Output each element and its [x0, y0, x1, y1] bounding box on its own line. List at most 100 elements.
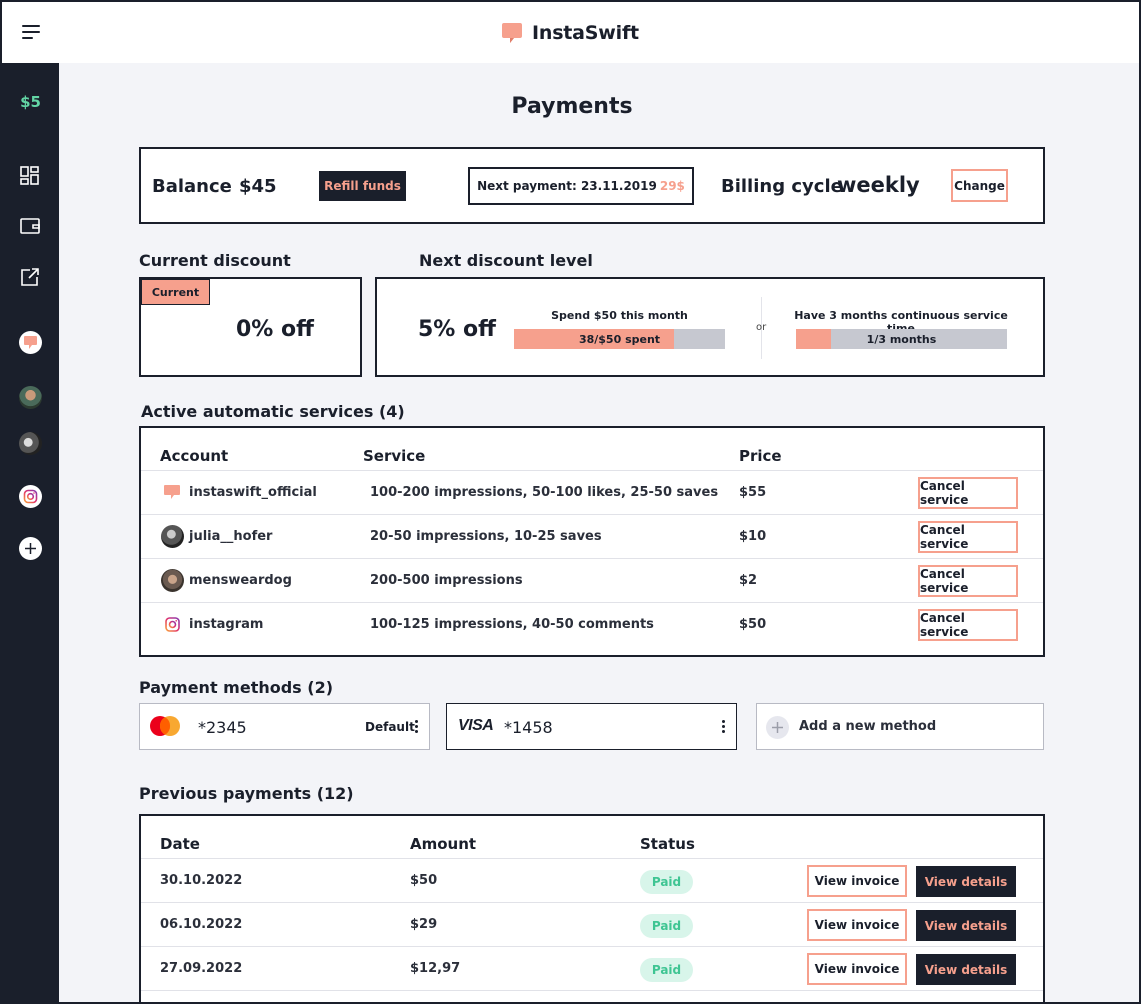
instagram-icon [161, 613, 184, 636]
column-account: Account [160, 447, 229, 465]
account-avatar-2[interactable] [19, 432, 42, 455]
avatar-mensweardog [161, 569, 184, 592]
account-avatar-1[interactable] [19, 386, 42, 409]
table-row: mensweardog 200-500 impressions $2 Cance… [141, 558, 1043, 602]
balance-label: Balance [152, 176, 232, 197]
services-table: Account Service Price instaswift_officia… [139, 426, 1045, 657]
table-row: instaswift_official 100-200 impressions,… [141, 470, 1043, 514]
view-invoice-button[interactable]: View invoice [807, 909, 907, 941]
top-bar: InstaSwift [2, 2, 1139, 63]
plus-icon [766, 716, 789, 739]
payment-method-visa[interactable]: VISA *1458 [446, 703, 737, 750]
billing-cycle-value: weekly [837, 173, 920, 197]
payment-date: 30.10.2022 [160, 873, 243, 888]
current-discount-panel: Current 0% off [139, 277, 362, 377]
card-number: *2345 [198, 718, 247, 737]
status-badge: Paid [640, 870, 693, 894]
column-date: Date [160, 835, 200, 853]
default-label: Default [365, 720, 415, 734]
spend-progress-bar: 38/$50 spent [514, 329, 725, 349]
current-discount-heading: Current discount [139, 251, 291, 270]
next-discount-panel: 5% off Spend $50 this month 38/$50 spent… [375, 277, 1045, 377]
spend-progress-text: 38/$50 spent [578, 332, 661, 346]
dashboard-icon[interactable] [19, 165, 41, 187]
service-desc: 100-125 impressions, 40-50 comments [370, 617, 654, 632]
view-invoice-button[interactable]: View invoice [807, 865, 907, 897]
or-label: or [756, 322, 767, 333]
card-number: *1458 [504, 718, 553, 737]
view-details-button[interactable]: View details [916, 866, 1016, 897]
billing-cycle-label: Billing cycle [721, 176, 843, 197]
mastercard-icon [149, 715, 181, 737]
instaswift-account-icon[interactable] [19, 331, 42, 354]
table-row: instagram 100-125 impressions, 40-50 com… [141, 602, 1043, 646]
payment-date: 27.09.2022 [160, 961, 243, 976]
instaswift-logo-icon [161, 481, 184, 504]
table-row: julia__hofer 20-50 impressions, 10-25 sa… [141, 514, 1043, 558]
condition-spend-label: Spend $50 this month [551, 309, 688, 322]
cancel-service-button[interactable]: Cancel service [918, 609, 1018, 641]
current-discount-value: 0% off [236, 317, 314, 342]
column-amount: Amount [410, 835, 477, 853]
account-name: julia__hofer [189, 529, 273, 544]
payment-date: 06.10.2022 [160, 917, 243, 932]
table-row: 27.09.2022 $12,97 Paid View invoice View… [141, 946, 1043, 990]
more-options-icon[interactable] [721, 719, 725, 735]
table-row [141, 990, 1043, 1002]
next-payment-label: Next payment: 23.11.2019 [477, 179, 657, 193]
current-tag: Current [141, 279, 210, 305]
cancel-service-button[interactable]: Cancel service [918, 477, 1018, 509]
payment-amount: $29 [410, 917, 438, 932]
page-title: Payments [511, 94, 633, 119]
payments-table: Date Amount Status 30.10.2022 $50 Paid V… [139, 814, 1045, 1002]
add-payment-method-button[interactable]: Add a new method [756, 703, 1044, 750]
refill-funds-button[interactable]: Refill funds [319, 171, 406, 201]
account-name: mensweardog [189, 573, 292, 588]
payment-amount: $50 [410, 873, 438, 888]
brand-name: InstaSwift [532, 22, 639, 44]
column-status: Status [640, 835, 695, 853]
cancel-service-button[interactable]: Cancel service [918, 521, 1018, 553]
payment-method-mastercard[interactable]: *2345 Default [139, 703, 430, 750]
status-badge: Paid [640, 914, 693, 938]
column-service: Service [363, 447, 426, 465]
balance-panel: Balance $45 Refill funds Next payment: 2… [139, 147, 1045, 224]
sidebar: $5 [2, 63, 59, 1002]
view-details-button[interactable]: View details [916, 954, 1016, 985]
add-account-icon[interactable] [19, 537, 42, 560]
service-desc: 20-50 impressions, 10-25 saves [370, 529, 602, 544]
instagram-icon[interactable] [19, 485, 42, 508]
services-heading: Active automatic services (4) [141, 402, 405, 421]
change-cycle-button[interactable]: Change [951, 169, 1008, 202]
service-price: $2 [739, 573, 758, 588]
wallet-icon[interactable] [19, 215, 41, 237]
instaswift-logo-icon [500, 21, 524, 45]
payment-amount: $12,97 [410, 961, 461, 976]
brand[interactable]: InstaSwift [500, 20, 639, 46]
more-options-icon[interactable] [414, 719, 418, 735]
share-icon[interactable] [19, 266, 41, 288]
add-method-label: Add a new method [799, 719, 937, 734]
table-row: 30.10.2022 $50 Paid View invoice View de… [141, 858, 1043, 902]
next-discount-value: 5% off [418, 317, 496, 342]
sidebar-balance[interactable]: $5 [2, 93, 59, 111]
table-row: 06.10.2022 $29 Paid View invoice View de… [141, 902, 1043, 946]
service-price: $50 [739, 617, 767, 632]
status-badge: Paid [640, 958, 693, 982]
view-details-button[interactable]: View details [916, 910, 1016, 941]
cancel-service-button[interactable]: Cancel service [918, 565, 1018, 597]
months-progress-bar: 1/3 months [796, 329, 1007, 349]
balance-value: $45 [239, 176, 277, 197]
next-payment-amount: 29$ [659, 179, 685, 193]
account-name: instaswift_official [189, 485, 317, 500]
column-price: Price [739, 447, 782, 465]
visa-logo: VISA [458, 717, 494, 734]
app-frame: InstaSwift $5 Payments Balance $45 Refil… [0, 0, 1141, 1004]
previous-payments-heading: Previous payments (12) [139, 784, 354, 803]
view-invoice-button[interactable]: View invoice [807, 953, 907, 985]
account-name: instagram [189, 617, 264, 632]
months-progress-text: 1/3 months [866, 332, 937, 346]
service-price: $55 [739, 485, 767, 500]
hamburger-menu-icon[interactable] [22, 25, 40, 39]
payment-methods-heading: Payment methods (2) [139, 678, 334, 697]
